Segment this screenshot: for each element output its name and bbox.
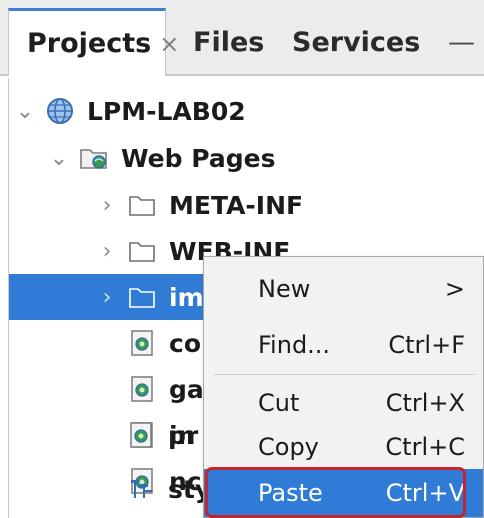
- context-menu: New > Find... Ctrl+F Cut Ctrl+X Copy Ctr…: [203, 256, 484, 518]
- tree-item-label: META-INF: [169, 190, 304, 220]
- shortcut-label: Ctrl+V: [385, 479, 465, 507]
- tab-projects[interactable]: Projects ×: [8, 8, 179, 76]
- chevron-down-icon[interactable]: ⌄: [47, 146, 71, 171]
- tree-item-file[interactable]: pr: [8, 412, 208, 458]
- menu-item-label: Copy: [258, 433, 319, 461]
- tree-item-label: Web Pages: [121, 143, 276, 173]
- tab-bar: Projects × Files Services —: [0, 0, 484, 76]
- tree-item-file[interactable]: sty: [8, 466, 211, 512]
- shortcut-label: Ctrl+F: [388, 331, 465, 359]
- menu-item-copy[interactable]: Copy Ctrl+C: [204, 419, 483, 475]
- menu-item-label: New: [258, 275, 311, 303]
- menu-item-paste[interactable]: Paste Ctrl+V: [204, 469, 483, 517]
- tree-item-web-pages[interactable]: ⌄ Web Pages: [9, 135, 484, 181]
- chevron-right-icon: >: [444, 275, 465, 303]
- menu-item-find[interactable]: Find... Ctrl+F: [204, 317, 483, 373]
- menu-item-label: Find...: [258, 331, 331, 359]
- chevron-right-icon[interactable]: ›: [95, 285, 119, 310]
- tab-projects-label: Projects: [27, 28, 152, 59]
- tree-item-root[interactable]: ⌄ LPM-LAB02: [9, 88, 484, 134]
- tab-files-label: Files: [193, 26, 265, 58]
- html-file-icon: [126, 420, 156, 450]
- tree-item-meta-inf[interactable]: › META-INF: [9, 182, 484, 228]
- html-file-icon: [127, 374, 157, 404]
- menu-item-label: Paste: [258, 479, 323, 507]
- chevron-down-icon[interactable]: ⌄: [13, 99, 37, 124]
- menu-item-label: Cut: [258, 389, 300, 417]
- menu-item-new[interactable]: New >: [204, 261, 483, 317]
- tab-files[interactable]: Files: [193, 8, 264, 76]
- minimize-icon: —: [448, 26, 475, 58]
- html-file-icon: [127, 328, 157, 358]
- shortcut-label: Ctrl+C: [385, 433, 465, 461]
- css-file-icon: [126, 474, 156, 504]
- minimize-button[interactable]: —: [448, 8, 475, 76]
- tab-services[interactable]: Services: [292, 8, 420, 76]
- tree-item-label: ga: [169, 374, 204, 404]
- chevron-right-icon[interactable]: ›: [95, 193, 119, 218]
- tree-item-label: LPM-LAB02: [87, 96, 246, 126]
- chevron-right-icon[interactable]: ›: [95, 239, 119, 264]
- close-icon[interactable]: ×: [159, 30, 179, 58]
- globe-icon: [45, 96, 75, 126]
- folder-icon: [127, 190, 157, 220]
- shortcut-label: Ctrl+X: [385, 389, 465, 417]
- tab-services-label: Services: [292, 26, 421, 58]
- folder-icon: [127, 236, 157, 266]
- folder-icon: [127, 282, 157, 312]
- web-folder-icon: [79, 143, 109, 173]
- tree-item-label: co: [169, 328, 201, 358]
- tree-item-label: pr: [168, 420, 199, 450]
